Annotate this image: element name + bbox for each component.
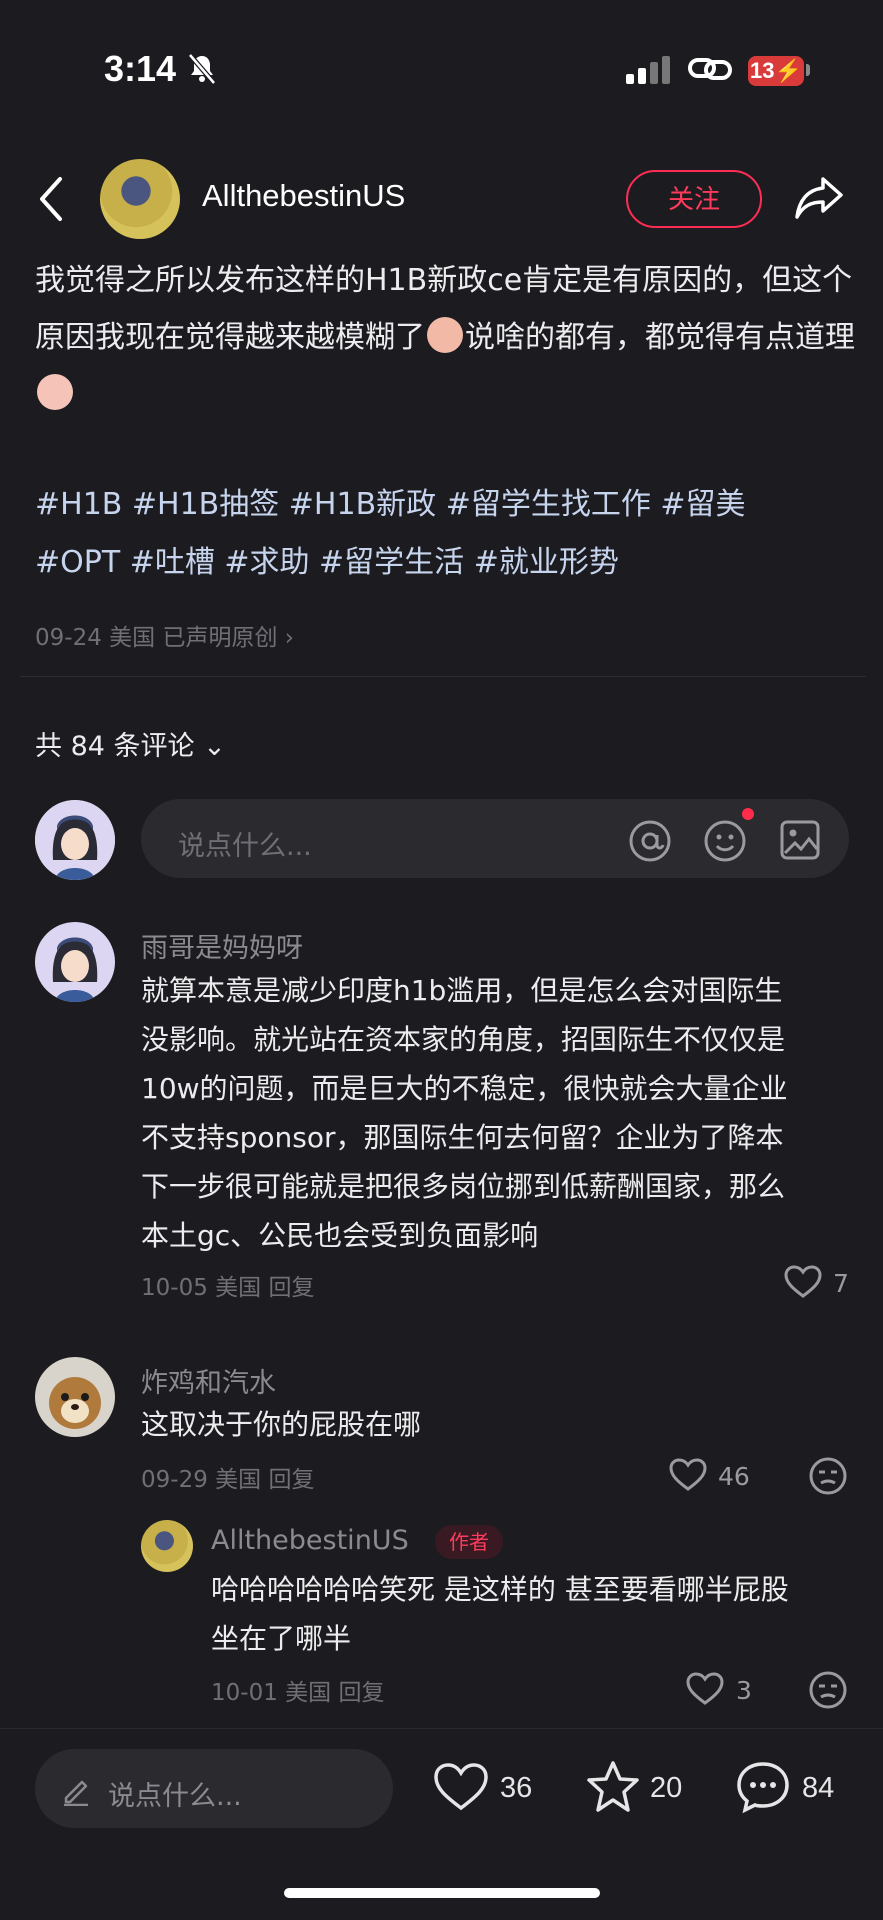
like-count: 3 <box>736 1676 752 1705</box>
dislike-face-icon[interactable] <box>808 1670 848 1710</box>
post-meta[interactable]: 09-24 美国 已声明原创 › <box>35 618 294 652</box>
bottom-input-placeholder[interactable]: 说点什么... <box>108 1774 242 1813</box>
bottom-bar-divider <box>0 1728 883 1729</box>
dislike-face-icon[interactable] <box>808 1456 848 1496</box>
post-body: 我觉得之所以发布这样的H1B新政ce肯定是有原因的，但这个原因我现在觉得越来越模… <box>35 252 855 423</box>
reply-author-avatar[interactable] <box>141 1520 193 1572</box>
commenter-avatar[interactable] <box>35 1357 115 1437</box>
comment-total: 84 <box>802 1772 835 1804</box>
like-count: 46 <box>718 1462 750 1491</box>
chevron-down-icon: ⌄ <box>203 731 226 762</box>
comment-count[interactable]: 共 84 条评论 ⌄ <box>35 724 226 763</box>
author-name[interactable]: AllthebestinUS <box>202 178 405 214</box>
divider <box>20 676 866 677</box>
comment-meta[interactable]: 09-29 美国 回复 <box>141 1460 314 1494</box>
reply-author-name[interactable]: AllthebestinUS <box>211 1525 409 1556</box>
commenter-avatar[interactable] <box>35 922 115 1002</box>
chevron-right-icon: › <box>284 625 294 651</box>
comment-text: 这取决于你的屁股在哪 <box>141 1408 422 1441</box>
crying-face-icon <box>427 317 463 353</box>
reply-text: 哈哈哈哈哈哈笑死 是这样的 甚至要看哪半屁股 坐在了哪半 <box>211 1573 789 1655</box>
like-count: 7 <box>833 1269 849 1298</box>
heart-icon[interactable] <box>686 1672 724 1706</box>
post-text-2: 说啥的都有，都觉得有点道理 <box>465 320 855 355</box>
comment-text: 就算本意是减少印度h1b滥用，但是怎么会对国际生 没影响。就光站在资本家的角度，… <box>141 974 788 1252</box>
comment-input-placeholder[interactable]: 说点什么... <box>178 824 312 863</box>
bell-muted-icon <box>188 53 216 85</box>
emoji-icon[interactable] <box>703 819 747 863</box>
my-avatar[interactable] <box>35 800 115 880</box>
pencil-icon <box>64 1780 88 1806</box>
battery-level: 13⚡ <box>748 56 804 86</box>
commenter-name[interactable]: 炸鸡和汽水 <box>141 1361 276 1400</box>
heart-icon[interactable] <box>669 1458 707 1492</box>
link-icon <box>688 58 732 80</box>
back-arrow-icon[interactable] <box>36 175 66 223</box>
image-icon[interactable] <box>779 819 821 861</box>
teary-face-icon <box>37 374 73 410</box>
share-icon[interactable] <box>793 175 845 221</box>
status-time: 3:14 <box>104 48 177 89</box>
author-badge: 作者 <box>435 1525 503 1559</box>
author-avatar[interactable] <box>100 159 180 239</box>
mention-icon[interactable] <box>628 819 672 863</box>
battery-tip <box>806 64 810 76</box>
like-heart-icon[interactable] <box>433 1762 489 1812</box>
cell-signal-icon <box>626 56 670 84</box>
comment-meta[interactable]: 10-05 美国 回复 <box>141 1268 314 1302</box>
star-total: 20 <box>650 1772 683 1804</box>
home-indicator[interactable] <box>284 1888 600 1898</box>
follow-button[interactable]: 关注 <box>626 170 762 228</box>
comment-bubble-icon[interactable] <box>735 1760 791 1814</box>
tags-line-1[interactable]: #H1B #H1B抽签 #H1B新政 #留学生找工作 #留美 <box>35 476 855 534</box>
post-tags[interactable]: #H1B #H1B抽签 #H1B新政 #留学生找工作 #留美 #OPT #吐槽 … <box>35 476 855 592</box>
star-icon[interactable] <box>585 1760 641 1814</box>
tags-line-2[interactable]: #OPT #吐槽 #求助 #留学生活 #就业形势 <box>35 534 855 592</box>
commenter-name[interactable]: 雨哥是妈妈呀 <box>141 926 303 965</box>
heart-icon[interactable] <box>784 1265 822 1299</box>
notification-dot <box>742 808 754 820</box>
reply-meta[interactable]: 10-01 美国 回复 <box>211 1673 384 1707</box>
like-total: 36 <box>500 1772 533 1804</box>
